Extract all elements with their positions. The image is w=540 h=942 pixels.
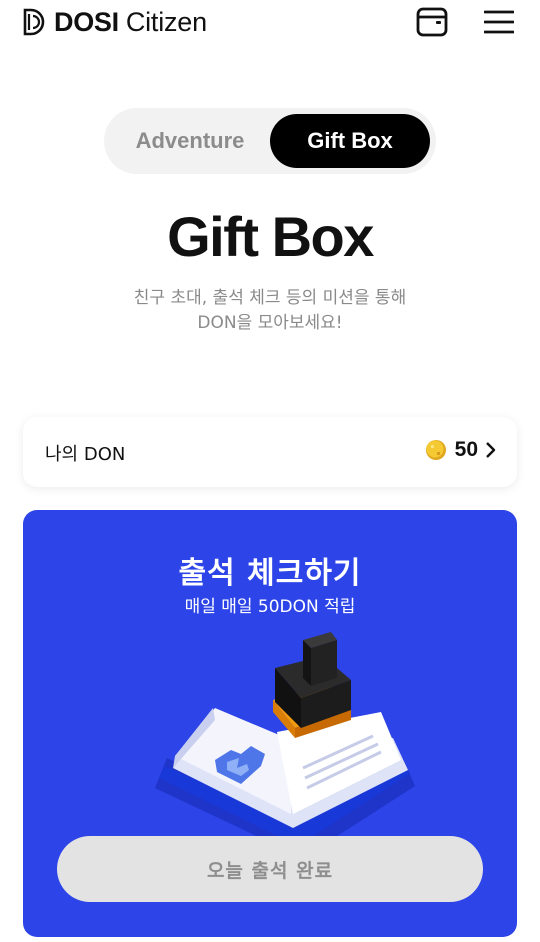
my-don-card[interactable]: 나의 DON 50 [23,417,517,487]
tab-gift-box[interactable]: Gift Box [270,114,430,168]
dosi-citizen-logo[interactable]: DOSI Citizen [22,6,207,38]
chevron-right-icon [486,442,496,458]
subtitle-line-1: 친구 초대, 출석 체크 등의 미션을 통해 [133,288,407,308]
attendance-subtitle: 매일 매일 50DON 적립 [184,597,356,617]
attendance-title: 출석 체크하기 [178,556,362,591]
my-don-value: 50 [454,438,478,461]
logo-brand-text: DOSI [54,6,119,37]
page-title: Gift Box [167,205,374,268]
wallet-icon[interactable] [416,6,448,38]
stamp-book-illustration [155,632,415,858]
tab-adventure[interactable]: Adventure [110,114,270,168]
subtitle-line-2: DON을 모아보세요! [197,313,343,333]
logo-sub-text: Citizen [125,6,207,37]
app-header: DOSI Citizen [0,0,540,46]
page-subtitle: 친구 초대, 출석 체크 등의 미션을 통해 DON을 모아보세요! [0,286,540,336]
attendance-check-card: 출석 체크하기 매일 매일 50DON 적립 오늘 출석 완료 [23,510,517,937]
attendance-complete-button[interactable]: 오늘 출석 완료 [57,836,483,902]
hamburger-menu-icon[interactable] [484,9,514,35]
coin-icon [425,440,446,460]
tab-switcher: Adventure Gift Box [104,108,436,174]
my-don-label: 나의 DON [45,444,126,465]
dosi-logo-icon [23,8,45,36]
my-don-balance: 50 [425,438,497,462]
